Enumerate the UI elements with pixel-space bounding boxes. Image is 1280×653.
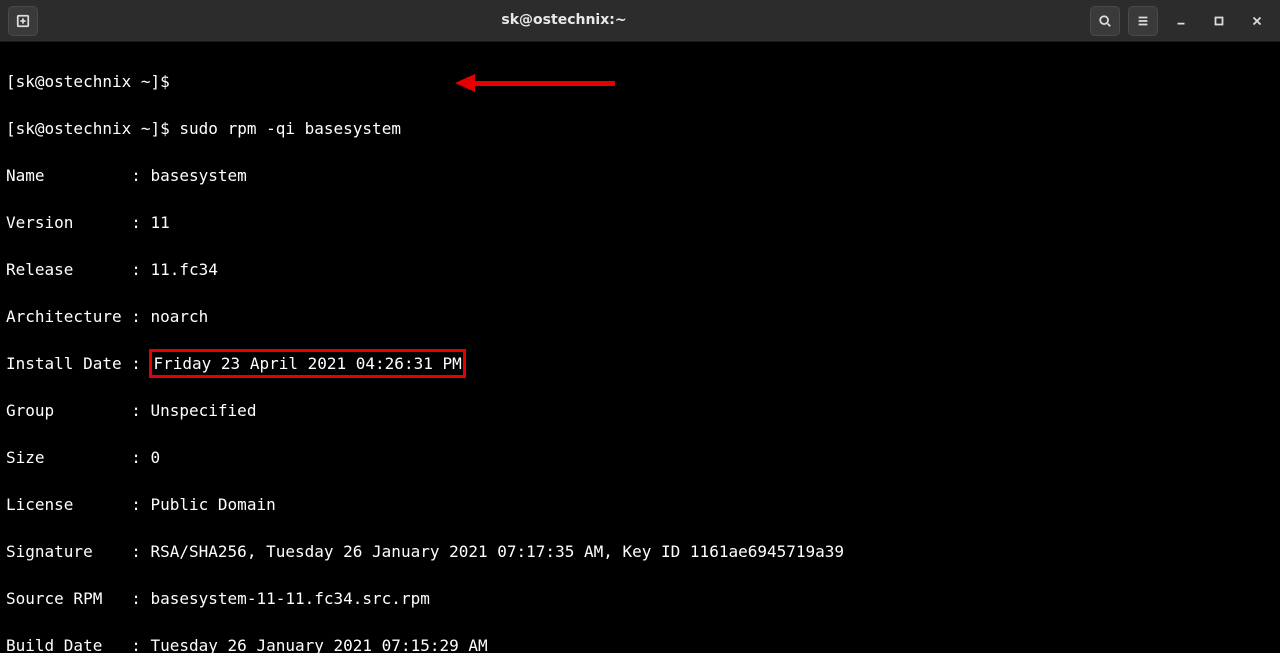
output-row-source-rpm: Source RPM: basesystem-11-11.fc34.src.rp… — [6, 587, 1274, 611]
output-row-build-date: Build Date: Tuesday 26 January 2021 07:1… — [6, 634, 1274, 653]
field-value: RSA/SHA256, Tuesday 26 January 2021 07:1… — [150, 542, 844, 561]
output-row-name: Name: basesystem — [6, 164, 1274, 188]
field-key: Signature — [6, 540, 131, 564]
field-value: 11 — [150, 213, 169, 232]
output-row-license: License: Public Domain — [6, 493, 1274, 517]
field-key: Version — [6, 211, 131, 235]
output-row-group: Group: Unspecified — [6, 399, 1274, 423]
field-key: Group — [6, 399, 131, 423]
search-icon — [1098, 14, 1112, 28]
command-text: sudo rpm -qi basesystem — [170, 119, 401, 138]
window-title: sk@ostechnix:~ — [46, 9, 1082, 33]
field-value: Unspecified — [150, 401, 256, 420]
window-titlebar: sk@ostechnix:~ — [0, 0, 1280, 42]
output-row-release: Release: 11.fc34 — [6, 258, 1274, 282]
close-window-button[interactable] — [1242, 6, 1272, 36]
field-value: basesystem-11-11.fc34.src.rpm — [150, 589, 429, 608]
hamburger-menu-button[interactable] — [1128, 6, 1158, 36]
minimize-icon — [1174, 14, 1188, 28]
maximize-button[interactable] — [1204, 6, 1234, 36]
output-row-install-date: Install Date: Friday 23 April 2021 04:26… — [6, 352, 1274, 376]
field-value: noarch — [150, 307, 208, 326]
minimize-button[interactable] — [1166, 6, 1196, 36]
maximize-icon — [1212, 14, 1226, 28]
field-key: Size — [6, 446, 131, 470]
prompt-line: [sk@ostechnix ~]$ — [6, 70, 1274, 94]
field-value: Tuesday 26 January 2021 07:15:29 AM — [150, 636, 487, 653]
highlight-install-date: Friday 23 April 2021 04:26:31 PM — [149, 349, 465, 379]
field-value: 0 — [150, 448, 160, 467]
output-row-size: Size: 0 — [6, 446, 1274, 470]
search-button[interactable] — [1090, 6, 1120, 36]
field-value: 11.fc34 — [150, 260, 217, 279]
field-key: License — [6, 493, 131, 517]
terminal-area[interactable]: [sk@ostechnix ~]$ [sk@ostechnix ~]$ sudo… — [0, 42, 1280, 653]
output-row-architecture: Architecture: noarch — [6, 305, 1274, 329]
field-key: Source RPM — [6, 587, 131, 611]
field-value: Friday 23 April 2021 04:26:31 PM — [153, 354, 461, 373]
output-row-version: Version: 11 — [6, 211, 1274, 235]
close-icon — [1250, 14, 1264, 28]
field-key: Install Date — [6, 352, 131, 376]
prompt: [sk@ostechnix ~]$ — [6, 119, 170, 138]
output-row-signature: Signature: RSA/SHA256, Tuesday 26 Januar… — [6, 540, 1274, 564]
field-key: Release — [6, 258, 131, 282]
prompt-line: [sk@ostechnix ~]$ sudo rpm -qi basesyste… — [6, 117, 1274, 141]
hamburger-icon — [1136, 14, 1150, 28]
prompt: [sk@ostechnix ~]$ — [6, 72, 170, 91]
new-tab-button[interactable] — [8, 6, 38, 36]
field-value: Public Domain — [150, 495, 275, 514]
command-empty — [170, 72, 180, 91]
field-value: basesystem — [150, 166, 246, 185]
new-tab-icon — [16, 14, 30, 28]
field-key: Name — [6, 164, 131, 188]
field-key: Architecture — [6, 305, 131, 329]
field-key: Build Date — [6, 634, 131, 653]
